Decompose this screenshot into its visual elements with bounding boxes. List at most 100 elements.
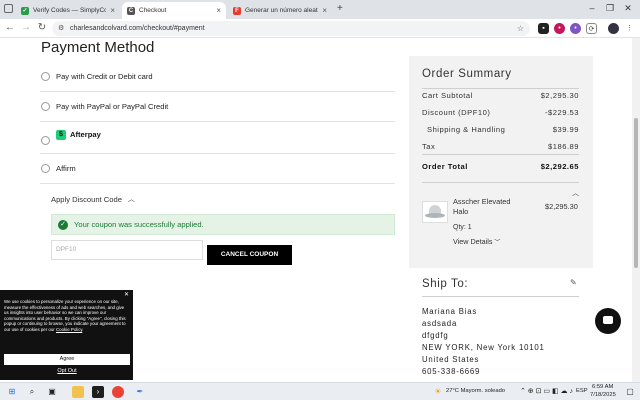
divider (422, 154, 579, 155)
chrome-icon[interactable] (112, 386, 124, 398)
radio-button[interactable] (41, 136, 50, 145)
afterpay-logo-icon: $ (56, 129, 66, 140)
view-details-link[interactable]: View Details ﹀ (453, 237, 500, 246)
check-circle-icon: ✓ (58, 219, 68, 230)
forward-icon[interactable]: → (20, 22, 32, 33)
payment-option-label: Pay with PayPal or PayPal Credit (56, 102, 169, 111)
radio-button[interactable] (41, 102, 50, 111)
tab-random-number[interactable]: F Generar un número aleatorio - × (228, 2, 332, 19)
row-label: Discount (DPF10) (422, 108, 491, 117)
divider (422, 296, 579, 297)
close-icon[interactable]: ✕ (124, 291, 129, 298)
extension-icon[interactable]: ▪ (538, 23, 549, 34)
payment-option-afterpay[interactable]: $ Afterpay (40, 122, 395, 154)
payment-heading: Payment Method (41, 39, 155, 56)
coupon-success-message: ✓ Your coupon was successfully applied. (51, 214, 395, 235)
radio-button[interactable] (41, 72, 50, 81)
product-image (422, 201, 448, 223)
success-text: Your coupon was successfully applied. (74, 220, 204, 229)
new-tab-button[interactable]: + (337, 3, 343, 14)
app-icon[interactable]: ✒ (134, 386, 146, 398)
product-name: Asscher Elevated Halo (453, 197, 511, 216)
notification-icon[interactable]: ▢ (624, 386, 636, 398)
cookie-banner: ✕ We use cookies to personalize your exp… (0, 290, 133, 380)
chevron-down-icon: ﹀ (494, 240, 501, 246)
back-icon[interactable]: ← (4, 22, 16, 33)
opt-out-link[interactable]: Opt Out (4, 368, 130, 374)
divider (422, 88, 579, 89)
address-bar[interactable]: ⚙ charlesandcolvard.com/checkout/#paymen… (52, 21, 530, 36)
profile-avatar[interactable] (608, 23, 619, 34)
close-tab-icon[interactable]: × (216, 6, 221, 15)
tab-checkout[interactable]: C Checkout × (122, 2, 226, 19)
restore-icon[interactable]: ❐ (602, 3, 618, 14)
address-line: 605-338-6669 (422, 367, 481, 376)
cancel-coupon-button[interactable]: CANCEL COUPON (207, 245, 292, 265)
terminal-icon[interactable]: › (92, 386, 104, 398)
minimize-icon[interactable]: – (584, 3, 600, 13)
tray-icons[interactable]: ⌃ ⊕ ⊡ ▭ ◧ ☁ ♪ (520, 387, 573, 395)
extension-icon[interactable]: • (570, 23, 581, 34)
reload-icon[interactable]: ↻ (36, 22, 48, 33)
order-total-row: Order Total $2,292.65 (422, 162, 579, 171)
extension-icon[interactable]: • (554, 23, 565, 34)
payment-option-label: Afterpay (70, 130, 101, 139)
close-window-icon[interactable]: ✕ (620, 3, 636, 14)
payment-option-affirm[interactable]: Affirm (40, 154, 395, 184)
clock-date[interactable]: 7/18/2025 (590, 392, 616, 398)
tab-title: Checkout (139, 7, 167, 14)
bookmark-star-icon[interactable]: ☆ (517, 21, 524, 36)
chevron-up-icon[interactable]: ︿ (572, 188, 579, 198)
agree-button[interactable]: Agree (4, 354, 130, 365)
close-tab-icon[interactable]: × (110, 6, 115, 15)
browser-tab-strip: ✓ Verify Codes — SimplyCodes × C Checkou… (0, 0, 640, 19)
edit-pencil-icon[interactable]: ✎ (570, 278, 577, 287)
address-line: dfgdfg (422, 331, 449, 340)
windows-taskbar: ⊞ ⌕ ▣ › ✒ ☀ 27°C Mayorm. soleado ⌃ ⊕ ⊡ ▭… (0, 382, 640, 400)
discount-code-input[interactable]: DPF10 (51, 240, 203, 260)
row-label: Tax (422, 142, 436, 151)
discount-toggle-label: Apply Discount Code (51, 194, 122, 204)
clock-time[interactable]: 6:59 AM (592, 384, 613, 390)
weather-text[interactable]: 27°C Mayorm. soleado (446, 388, 505, 394)
divider (422, 182, 579, 183)
order-summary-panel: Order Summary Cart Subtotal $2,295.30 Di… (409, 56, 593, 268)
product-qty: Qty: 1 (453, 224, 472, 231)
address-line: Mariana Bias (422, 307, 478, 316)
address-line: asdsada (422, 319, 458, 328)
cookie-policy-link[interactable]: Cookie Policy (56, 327, 82, 332)
row-value: $186.89 (548, 142, 579, 151)
browser-menu-icon[interactable]: ⋮ (624, 23, 635, 34)
row-label: Order Total (422, 162, 468, 171)
payment-option-label: Pay with Credit or Debit card (56, 72, 153, 81)
radio-button[interactable] (41, 164, 50, 173)
generator-favicon-icon: F (233, 6, 241, 15)
product-price: $2,295.30 (545, 202, 578, 211)
shipping-row: Shipping & Handling $39.99 (422, 125, 579, 134)
tax-row: Tax $186.89 (422, 142, 579, 151)
url-text: charlesandcolvard.com/checkout/#payment (70, 25, 205, 32)
language-indicator[interactable]: ESP (576, 388, 588, 394)
extensions-puzzle-icon[interactable]: ⟳ (586, 23, 597, 34)
scrollbar-thumb[interactable] (634, 118, 638, 268)
site-info-icon[interactable]: ⚙ (58, 21, 64, 36)
ship-to-title: Ship To: (422, 278, 469, 290)
chat-bubble-icon (603, 316, 613, 324)
cookie-text: We use cookies to personalize your exper… (4, 299, 126, 332)
task-view-icon[interactable]: ▣ (46, 386, 58, 398)
tab-verify-codes[interactable]: ✓ Verify Codes — SimplyCodes × (16, 2, 120, 19)
payment-option-card[interactable]: Pay with Credit or Debit card (40, 62, 395, 92)
file-explorer-icon[interactable] (72, 386, 84, 398)
view-details-label: View Details (453, 237, 493, 246)
payment-option-paypal[interactable]: Pay with PayPal or PayPal Credit (40, 92, 395, 122)
discount-row: Discount (DPF10) -$229.53 (422, 108, 579, 117)
search-icon[interactable]: ⌕ (26, 386, 38, 398)
checkout-favicon-icon: C (127, 6, 135, 15)
chat-button[interactable] (595, 308, 621, 334)
apply-discount-toggle[interactable]: Apply Discount Code ︿ (51, 194, 135, 204)
simplycodes-favicon-icon: ✓ (21, 6, 29, 15)
row-value: $39.99 (552, 125, 579, 134)
close-tab-icon[interactable]: × (322, 6, 327, 15)
tab-search-icon[interactable] (4, 4, 13, 13)
windows-start-icon[interactable]: ⊞ (6, 386, 18, 398)
